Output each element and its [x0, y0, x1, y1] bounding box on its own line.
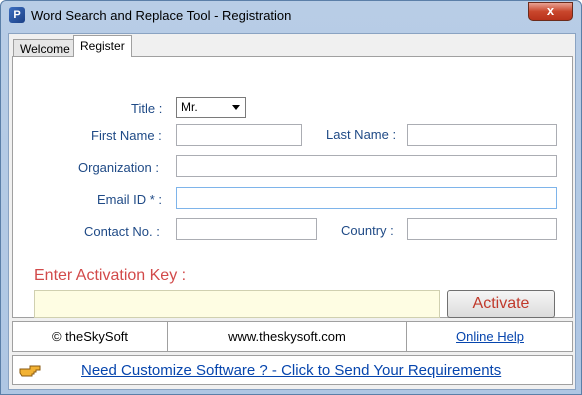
contact-field[interactable] — [176, 218, 317, 240]
email-field[interactable] — [176, 187, 557, 209]
chevron-down-icon — [232, 105, 240, 110]
customize-banner: Need Customize Software ? - Click to Sen… — [12, 355, 573, 385]
title-label: Title : — [131, 101, 163, 116]
app-window: P Word Search and Replace Tool - Registr… — [0, 0, 582, 395]
activate-button[interactable]: Activate — [447, 290, 555, 318]
online-help-link[interactable]: Online Help — [456, 329, 524, 344]
customize-software-link[interactable]: Need Customize Software ? - Click to Sen… — [81, 362, 501, 379]
organization-label: Organization : — [78, 160, 159, 175]
last-name-label: Last Name : — [326, 127, 397, 142]
title-select[interactable]: Mr. — [176, 97, 246, 118]
tab-welcome[interactable]: Welcome — [13, 39, 77, 57]
tab-register[interactable]: Register — [73, 35, 132, 57]
window-title: Word Search and Replace Tool - Registrat… — [31, 8, 292, 23]
contact-label: Contact No. : — [84, 224, 160, 239]
pointing-hand-icon — [18, 361, 42, 379]
app-icon: P — [9, 7, 25, 23]
last-name-field[interactable] — [407, 124, 557, 146]
footer-bar: © theSkySoft www.theskysoft.com Online H… — [12, 321, 573, 352]
country-field[interactable] — [407, 218, 557, 240]
close-button[interactable]: x — [528, 2, 573, 21]
website-text: www.theskysoft.com — [228, 329, 346, 344]
copyright-text: © theSkySoft — [51, 329, 129, 344]
registration-panel: Title : Mr. First Name : Last Name : Org… — [12, 56, 573, 318]
first-name-label: First Name : — [91, 128, 162, 143]
client-area: Welcome Register Title : Mr. First Name … — [8, 33, 576, 390]
email-label: Email ID * : — [97, 192, 163, 207]
activation-key-field[interactable] — [34, 290, 440, 318]
activation-key-label: Enter Activation Key : — [34, 267, 187, 284]
title-bar[interactable]: P Word Search and Replace Tool - Registr… — [1, 1, 581, 31]
first-name-field[interactable] — [176, 124, 302, 146]
organization-field[interactable] — [176, 155, 557, 177]
title-select-value: Mr. — [181, 100, 198, 114]
country-label: Country : — [341, 223, 394, 238]
